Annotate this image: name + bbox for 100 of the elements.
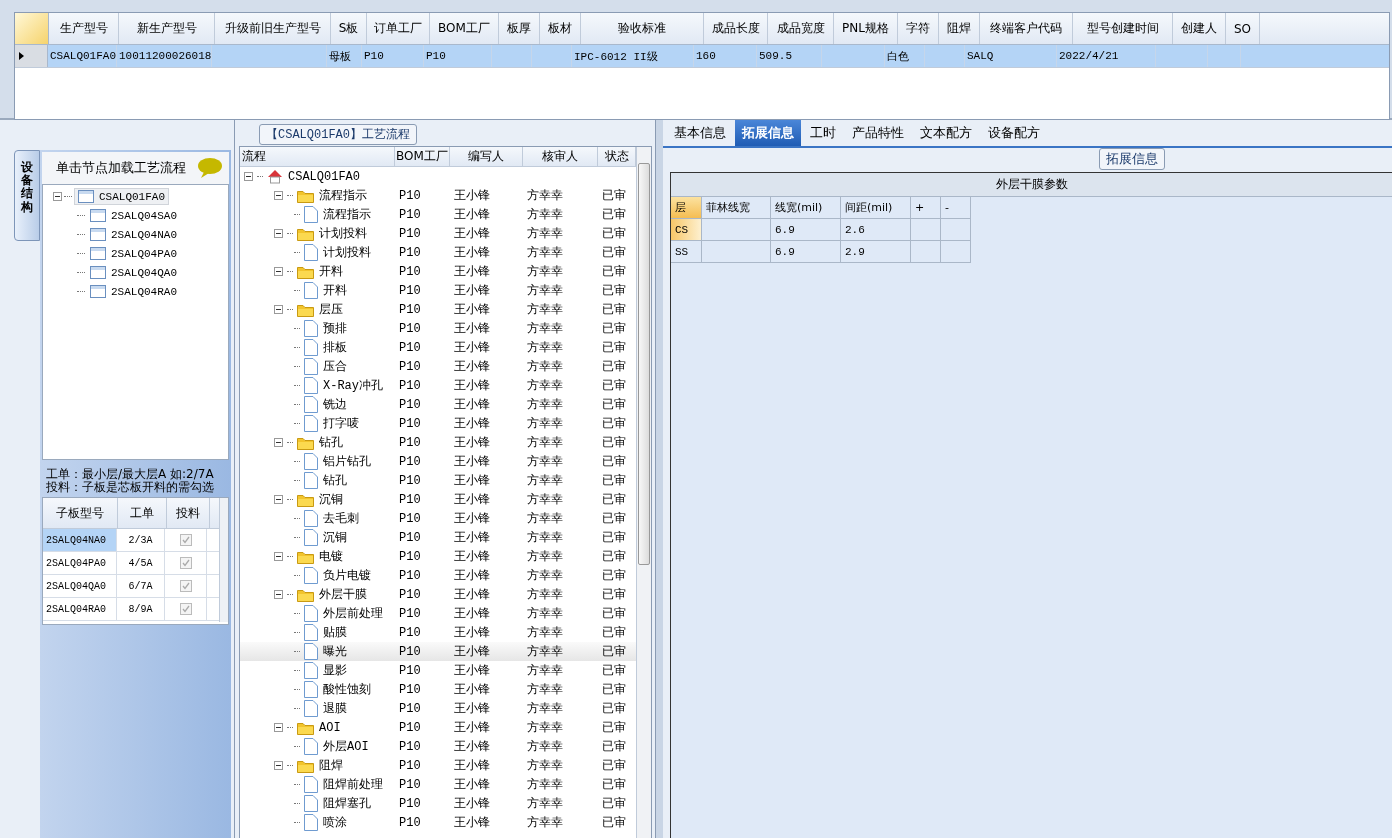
splitter-bar[interactable] [655,120,663,838]
collapse-icon[interactable] [274,495,283,504]
column-header[interactable]: 生产型号 [49,13,119,44]
column-header[interactable]: BOM工厂 [430,13,499,44]
column-header[interactable]: 核审人 [523,147,598,166]
column-header[interactable]: 成品宽度 [768,13,834,44]
collapse-icon[interactable] [274,229,283,238]
table-cell[interactable] [941,241,971,263]
tab[interactable]: 产品特性 [845,120,911,146]
table-cell[interactable] [941,219,971,241]
tree-row[interactable]: 沉铜 P10 王小锋 方幸幸 已审 [240,490,636,509]
collapse-icon[interactable] [244,172,253,181]
tab[interactable]: 设备配方 [981,120,1047,146]
scrollbar[interactable] [636,147,651,838]
collapse-icon[interactable] [274,191,283,200]
column-header[interactable]: 板厚 [499,13,540,44]
tab[interactable]: 文本配方 [913,120,979,146]
select-all-corner[interactable] [15,13,49,44]
table-cell[interactable] [702,241,771,263]
tree-row[interactable]: 开料 P10 王小锋 方幸幸 已审 [240,281,636,300]
tree-row[interactable]: X-Ray冲孔 P10 王小锋 方幸幸 已审 [240,376,636,395]
collapse-icon[interactable] [274,305,283,314]
column-header[interactable]: 升级前旧生产型号 [215,13,331,44]
table-cell[interactable] [702,219,771,241]
column-header[interactable]: BOM工厂 [395,147,450,166]
tree-row[interactable]: 层压 P10 王小锋 方幸幸 已审 [240,300,636,319]
column-header[interactable]: + [911,197,941,219]
column-header[interactable]: 订单工厂 [367,13,430,44]
collapse-icon[interactable] [274,438,283,447]
table-cell[interactable]: 2.9 [841,241,911,263]
column-header[interactable]: 间距(mil) [841,197,911,219]
table-row[interactable]: CSALQ01FA0 10011200026018 母板 P10 P10 IPC-6012 II级 160 509.5 白色 SALQ 2022/4/21 [15,45,1389,68]
column-header[interactable]: 子板型号 [43,498,118,528]
tree-node[interactable]: 2SALQ04SA0 [87,208,180,223]
tree-row[interactable]: 流程指示 P10 王小锋 方幸幸 已审 [240,186,636,205]
vertical-tab[interactable]: 设备结构 [14,150,40,241]
column-header[interactable]: 线宽(mil) [771,197,841,219]
collapse-icon[interactable] [274,552,283,561]
column-header[interactable]: 型号创建时间 [1073,13,1173,44]
column-header[interactable]: 层 [671,197,702,219]
tree-row[interactable]: 外层AOI P10 王小锋 方幸幸 已审 [240,737,636,756]
checkbox[interactable] [179,580,192,592]
tree-row[interactable]: AOI P10 王小锋 方幸幸 已审 [240,718,636,737]
column-header[interactable]: 成品长度 [704,13,768,44]
tree-row[interactable]: 去毛刺 P10 王小锋 方幸幸 已审 [240,509,636,528]
tree-row[interactable]: 开料 P10 王小锋 方幸幸 已审 [240,262,636,281]
column-header[interactable]: 流程 [240,147,395,166]
tree-node[interactable]: 2SALQ04RA0 [87,284,180,299]
column-header[interactable]: PNL规格 [834,13,898,44]
tree-row[interactable]: 计划投料 P10 王小锋 方幸幸 已审 [240,243,636,262]
table-cell[interactable] [911,219,941,241]
column-header[interactable]: - [941,197,971,219]
tree-row[interactable]: 铝片钻孔 P10 王小锋 方幸幸 已审 [240,452,636,471]
collapse-icon[interactable] [274,590,283,599]
column-header[interactable]: S板 [331,13,367,44]
tree-row[interactable]: 酸性蚀刻 P10 王小锋 方幸幸 已审 [240,680,636,699]
tree-row[interactable]: 外层干膜 P10 王小锋 方幸幸 已审 [240,585,636,604]
tab[interactable]: 工时 [803,120,843,146]
collapse-icon[interactable] [274,761,283,770]
column-header[interactable]: 编写人 [450,147,523,166]
tree-row[interactable]: 阻焊塞孔 P10 王小锋 方幸幸 已审 [240,794,636,813]
checkbox[interactable] [179,603,192,615]
tree-row[interactable]: 退膜 P10 王小锋 方幸幸 已审 [240,699,636,718]
collapse-icon[interactable] [274,267,283,276]
tree-row[interactable]: 沉铜 P10 王小锋 方幸幸 已审 [240,528,636,547]
table-cell[interactable]: 6.9 [771,219,841,241]
table-cell[interactable]: 6.9 [771,241,841,263]
column-header[interactable]: SO [1226,13,1260,44]
tree-node[interactable]: 2SALQ04NA0 [87,227,180,242]
tree-row[interactable]: 计划投料 P10 王小锋 方幸幸 已审 [240,224,636,243]
column-header[interactable]: 创建人 [1173,13,1226,44]
tree-row[interactable]: 负片电镀 P10 王小锋 方幸幸 已审 [240,566,636,585]
tab[interactable]: 拓展信息 [735,120,801,146]
table-cell[interactable] [911,241,941,263]
tree-row[interactable]: 打字唛 P10 王小锋 方幸幸 已审 [240,414,636,433]
tree-row[interactable]: 预排 P10 王小锋 方幸幸 已审 [240,319,636,338]
tree-row[interactable]: 阻焊 P10 王小锋 方幸幸 已审 [240,756,636,775]
column-header[interactable]: 板材 [540,13,581,44]
tree-row[interactable]: 曝光 P10 王小锋 方幸幸 已审 [240,642,636,661]
tree-row[interactable]: 阻焊前处理 P10 王小锋 方幸幸 已审 [240,775,636,794]
tree-row[interactable]: 铣边 P10 王小锋 方幸幸 已审 [240,395,636,414]
tree-row[interactable]: CSALQ01FA0 [240,167,636,186]
tree-row[interactable]: 电镀 P10 王小锋 方幸幸 已审 [240,547,636,566]
tree-node[interactable]: CSALQ01FA0 [74,188,169,205]
column-header[interactable]: 验收标准 [581,13,704,44]
tab[interactable]: 基本信息 [667,120,733,146]
tree-row[interactable]: 钻孔 P10 王小锋 方幸幸 已审 [240,471,636,490]
collapse-icon[interactable] [274,723,283,732]
table-cell[interactable]: 2.6 [841,219,911,241]
tree-node[interactable]: 2SALQ04QA0 [87,265,180,280]
tree-row[interactable]: 流程指示 P10 王小锋 方幸幸 已审 [240,205,636,224]
scrollbar[interactable] [219,498,228,622]
tree-row[interactable]: 外层前处理 P10 王小锋 方幸幸 已审 [240,604,636,623]
column-header[interactable]: 菲林线宽 [702,197,771,219]
tree-row[interactable]: 显影 P10 王小锋 方幸幸 已审 [240,661,636,680]
checkbox[interactable] [179,557,192,569]
column-header[interactable]: 字符 [898,13,939,44]
checkbox[interactable] [179,534,192,546]
collapse-icon[interactable] [53,192,62,201]
column-header[interactable]: 工单 [118,498,167,528]
